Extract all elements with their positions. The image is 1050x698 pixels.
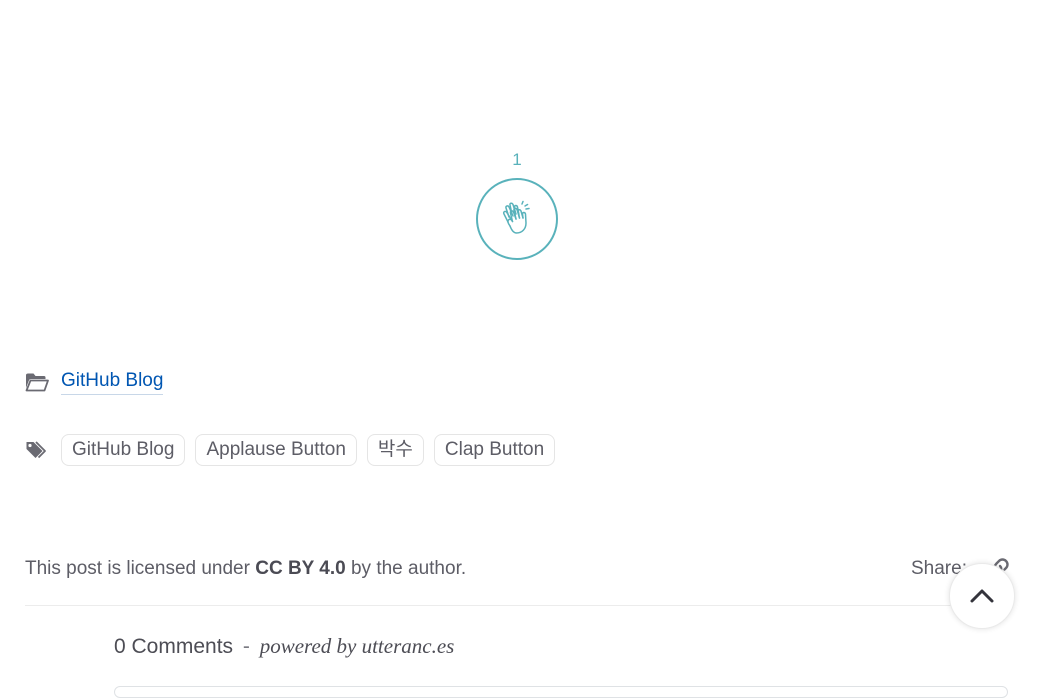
category-link[interactable]: GitHub Blog	[61, 368, 164, 395]
post-category: GitHub Blog	[25, 368, 164, 395]
tags-icon	[26, 441, 46, 459]
tag-bagsu[interactable]: 박수	[366, 434, 424, 466]
license-name: CC BY 4.0	[255, 558, 346, 579]
back-to-top-button[interactable]	[949, 563, 1015, 629]
tag-applause-button[interactable]: Applause Button	[195, 434, 357, 466]
share-label-text: Share	[911, 558, 962, 579]
tag-clap-button[interactable]: Clap Button	[433, 434, 556, 466]
license-suffix: by the author.	[350, 558, 467, 579]
comment-box[interactable]	[114, 686, 1008, 698]
license-prefix: This post is licensed under	[25, 558, 250, 579]
utterances-link[interactable]: powered by utteranc.es	[260, 634, 455, 658]
folder-open-icon	[25, 373, 49, 391]
comments-count: 0 Comments	[114, 635, 234, 658]
tag-github-blog[interactable]: GitHub Blog	[61, 434, 186, 466]
license-text: This post is licensed under CC BY 4.0 by…	[25, 556, 466, 582]
divider	[25, 605, 1007, 606]
chevron-up-icon	[970, 589, 994, 603]
clapping-hands-icon	[503, 200, 530, 234]
applause-button[interactable]: 1	[476, 150, 558, 262]
comments-header: 0 Comments - powered by utteranc.es	[114, 632, 454, 661]
comments-separator: -	[242, 635, 250, 658]
applause-circle[interactable]	[476, 178, 558, 260]
applause-count: 1	[512, 150, 522, 169]
post-tags: GitHub Blog Applause Button 박수 Clap Butt…	[25, 434, 565, 466]
